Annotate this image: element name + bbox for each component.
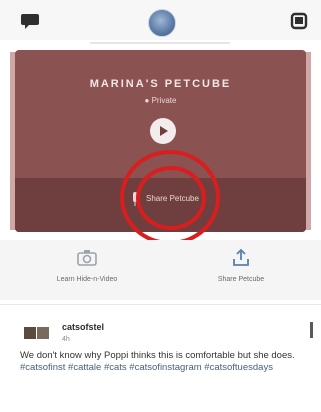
- privacy-status: ● Private: [144, 96, 177, 105]
- play-icon: [160, 126, 168, 136]
- share-upload-icon: [233, 248, 249, 266]
- learn-hide-n-video-label: Learn Hide-n-Video: [56, 276, 118, 283]
- chat-bubble-icon[interactable]: [20, 12, 40, 30]
- share-petcube-action-label: Share Petcube: [217, 276, 265, 283]
- petcube-title: MARINA'S PETCUBE: [89, 78, 232, 90]
- post-hashtags[interactable]: #catsofinst #cattale #cats #catsofinstag…: [20, 362, 273, 373]
- user-avatar[interactable]: [24, 324, 50, 342]
- post-caption: We don't know why Poppi thinks this is c…: [20, 350, 312, 374]
- learn-hide-n-video-button[interactable]: Learn Hide-n-Video: [12, 248, 162, 294]
- share-petcube-button[interactable]: Share Petcube: [166, 248, 316, 294]
- highlight-ring-inner: [136, 166, 206, 230]
- post-caption-text: We don't know why Poppi thinks this is c…: [20, 350, 295, 361]
- post-divider: [0, 304, 321, 305]
- post-timestamp: 4h: [62, 336, 70, 343]
- inbox-icon[interactable]: [290, 12, 308, 30]
- camera-icon: [77, 250, 97, 266]
- profile-avatar[interactable]: [148, 9, 176, 37]
- header-divider: [90, 42, 230, 44]
- post-username[interactable]: catsofstel: [62, 322, 104, 332]
- play-button[interactable]: [150, 118, 176, 144]
- more-options-icon[interactable]: [310, 322, 313, 338]
